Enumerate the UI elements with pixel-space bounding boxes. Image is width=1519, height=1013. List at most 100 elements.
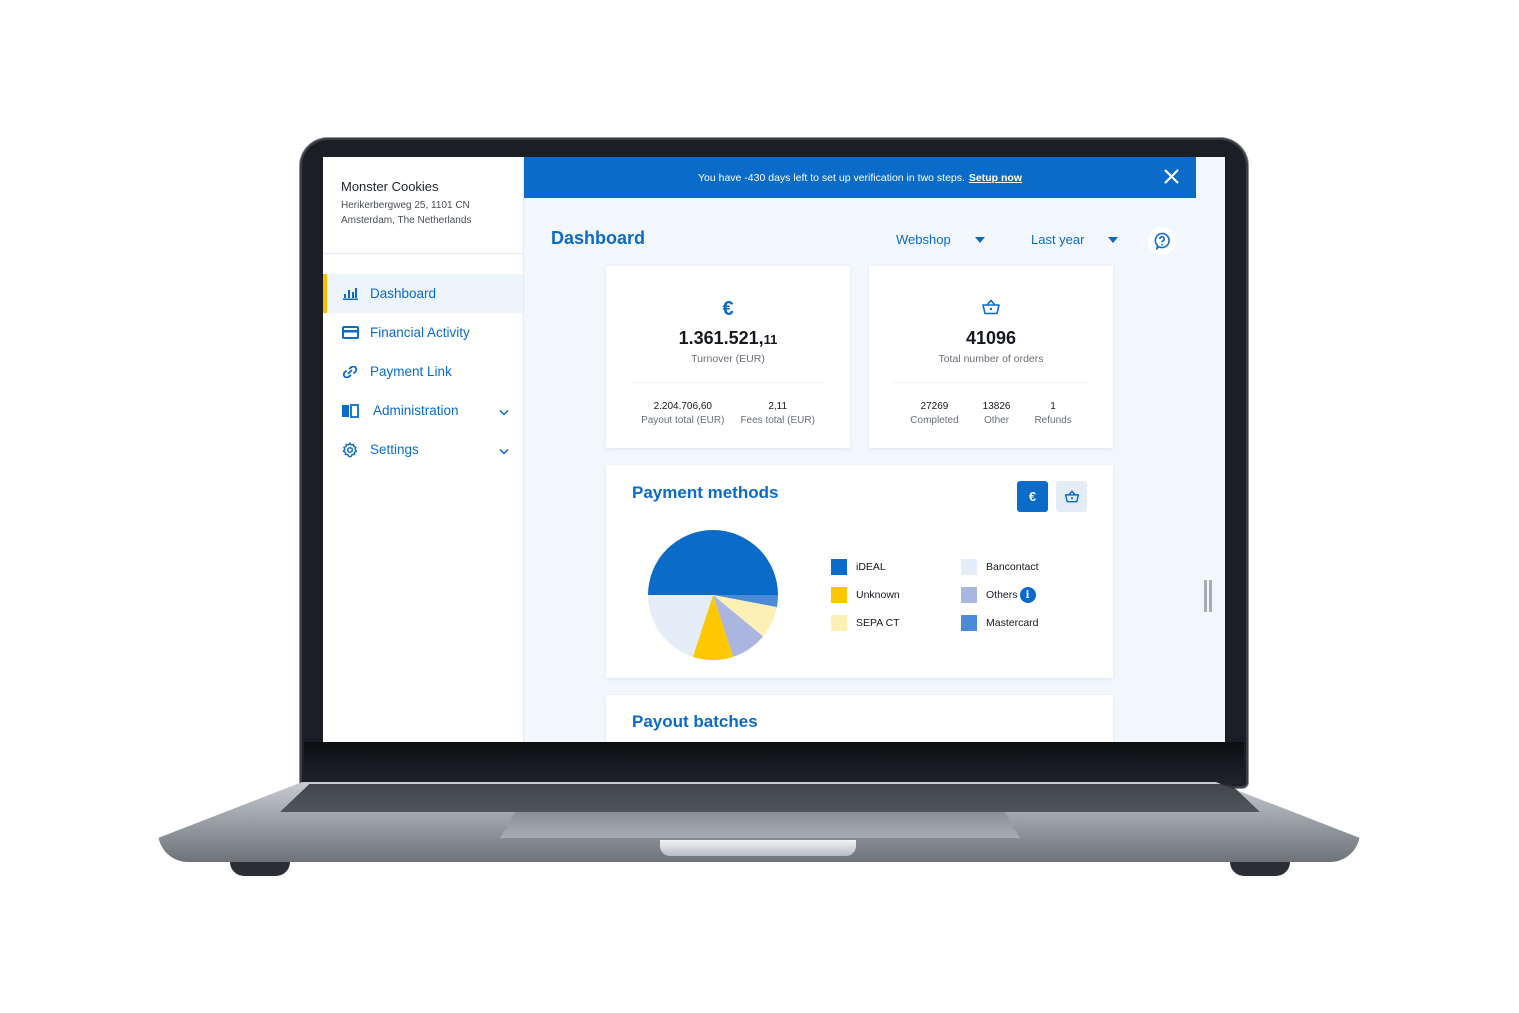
- turnover-label: Turnover (EUR): [691, 353, 765, 365]
- legend-item-others[interactable]: Others i: [961, 587, 1091, 603]
- legend-swatch: [831, 587, 847, 603]
- sidebar-item-label: Payment Link: [370, 364, 452, 379]
- sidebar-item-label: Settings: [370, 442, 419, 457]
- scrollbar-handle[interactable]: [1204, 580, 1212, 612]
- shop-select[interactable]: Webshop: [896, 232, 985, 247]
- legend-label: iDEAL: [856, 561, 886, 573]
- help-icon: [1154, 232, 1170, 250]
- legend-label: Bancontact: [986, 561, 1039, 573]
- laptop-mockup: Monster Cookies Herikerbergweg 25, 1101 …: [0, 0, 1519, 1013]
- substat-value: 2.204.706,60: [653, 401, 712, 412]
- legend-item-ideal[interactable]: iDEAL: [831, 559, 961, 575]
- page-title: Dashboard: [551, 228, 646, 248]
- legend-swatch: [961, 615, 977, 631]
- orders-toggle-button[interactable]: [1056, 481, 1087, 512]
- substat-value: 1: [1050, 401, 1056, 412]
- payout-batches-card: Payout batches: [606, 695, 1113, 742]
- shop-select-value: Webshop: [896, 232, 951, 247]
- substat-label: Completed: [910, 415, 959, 426]
- euro-icon: €: [722, 298, 734, 320]
- legend-label: Unknown: [856, 589, 900, 601]
- orders-substats: 27269 Completed 13826 Other 1 Refunds: [869, 401, 1113, 426]
- turnover-value-decimals: 11: [763, 332, 778, 347]
- legend-item-unknown[interactable]: Unknown: [831, 587, 961, 603]
- info-icon[interactable]: i: [1019, 587, 1036, 603]
- legend-label: Mastercard: [986, 617, 1039, 629]
- legend-swatch: [961, 559, 977, 575]
- sidebar-item-label: Financial Activity: [370, 325, 470, 340]
- substat-value: 27269: [920, 401, 949, 412]
- caret-down-icon: [1108, 236, 1119, 243]
- link-icon: [341, 363, 359, 381]
- divider: [631, 382, 825, 383]
- laptop-foot: [1230, 862, 1290, 876]
- substat-label: Fees total (EUR): [740, 415, 815, 426]
- sidebar-item-label: Dashboard: [370, 286, 437, 301]
- other-stat: 13826 Other: [983, 401, 1011, 426]
- legend-swatch: [831, 559, 847, 575]
- laptop-notch: [660, 840, 856, 856]
- sidebar-item-administration[interactable]: Administration: [323, 391, 523, 430]
- laptop-chin: [304, 742, 1244, 784]
- orders-value: 41096: [965, 328, 1017, 348]
- legend-swatch: [831, 615, 847, 631]
- turnover-card: € 1.361.521,11 Turnover (EUR) 2.204.706,…: [606, 266, 850, 448]
- credit-card-icon: [341, 324, 359, 342]
- help-button[interactable]: [1148, 227, 1176, 255]
- chevron-down-icon[interactable]: [499, 443, 509, 458]
- laptop-foot: [230, 862, 290, 876]
- substat-label: Other: [984, 415, 1010, 426]
- payment-methods-pie-chart: [648, 530, 778, 660]
- close-icon[interactable]: [1163, 168, 1180, 188]
- legend-label: SEPA CT: [856, 617, 900, 629]
- euro-icon: €: [1028, 489, 1037, 504]
- sidebar-item-dashboard[interactable]: Dashboard: [323, 274, 523, 313]
- turnover-value-main: 1.361.521,: [678, 328, 764, 348]
- gear-icon: [341, 441, 359, 459]
- legend-swatch: [961, 587, 977, 603]
- divider: [894, 382, 1088, 383]
- main-content: Dashboard Webshop Last year € 1.361.521,…: [524, 198, 1196, 742]
- legend-item-mastercard[interactable]: Mastercard: [961, 615, 1091, 631]
- legend-item-bancontact[interactable]: Bancontact: [961, 559, 1091, 575]
- sidebar-item-payment-link[interactable]: Payment Link: [323, 352, 523, 391]
- payment-methods-card: Payment methods € iDEAL Bancontact Unknown…: [606, 465, 1113, 678]
- laptop-keyboard: [280, 784, 1260, 812]
- substat-value: 13826: [982, 401, 1011, 412]
- legend-item-sepa-ct[interactable]: SEPA CT: [831, 615, 961, 631]
- period-select[interactable]: Last year: [1031, 232, 1119, 247]
- turnover-value: 1.361.521,11: [606, 328, 850, 349]
- substat-label: Payout total (EUR): [641, 415, 725, 426]
- pie-legend: iDEAL Bancontact Unknown Others i SEPA CT Mast…: [831, 559, 1091, 631]
- laptop-trackpad: [500, 812, 1020, 838]
- verification-banner: You have -430 days left to set up verifi…: [524, 157, 1196, 198]
- refunds-stat: 1 Refunds: [1034, 401, 1071, 426]
- period-select-value: Last year: [1031, 232, 1085, 247]
- orders-label: Total number of orders: [938, 353, 1044, 365]
- turnover-substats: 2.204.706,60 Payout total (EUR) 2,11 Fee…: [606, 401, 850, 426]
- orders-card: 41096 Total number of orders 27269 Compl…: [869, 266, 1113, 448]
- app-screen: Monster Cookies Herikerbergweg 25, 1101 …: [323, 157, 1225, 742]
- company-info: Monster Cookies Herikerbergweg 25, 1101 …: [323, 157, 523, 254]
- setup-now-link[interactable]: Setup now: [969, 172, 1022, 184]
- pie-slice-ideal[interactable]: [648, 530, 778, 595]
- company-address-line1: Herikerbergweg 25, 1101 CN: [341, 200, 470, 211]
- payout-total-stat: 2.204.706,60 Payout total (EUR): [641, 401, 724, 426]
- payout-batches-title: Payout batches: [632, 712, 758, 731]
- company-address-line2: Amsterdam, The Netherlands: [341, 215, 472, 226]
- caret-down-icon: [974, 236, 985, 243]
- sidebar: Monster Cookies Herikerbergweg 25, 1101 …: [323, 157, 524, 742]
- book-icon: [341, 402, 359, 420]
- payment-methods-title: Payment methods: [632, 483, 779, 502]
- basket-icon: [869, 298, 1113, 321]
- sidebar-item-financial-activity[interactable]: Financial Activity: [323, 313, 523, 352]
- fees-total-stat: 2,11 Fees total (EUR): [740, 401, 814, 426]
- sidebar-item-label: Administration: [373, 403, 459, 418]
- legend-label: Others: [986, 589, 1018, 601]
- chevron-down-icon[interactable]: [499, 404, 509, 419]
- sidebar-item-settings[interactable]: Settings: [323, 430, 523, 469]
- substat-value: 2,11: [768, 401, 788, 412]
- bar-chart-icon: [341, 285, 359, 303]
- substat-label: Refunds: [1034, 415, 1072, 426]
- euro-toggle-button[interactable]: €: [1017, 481, 1048, 512]
